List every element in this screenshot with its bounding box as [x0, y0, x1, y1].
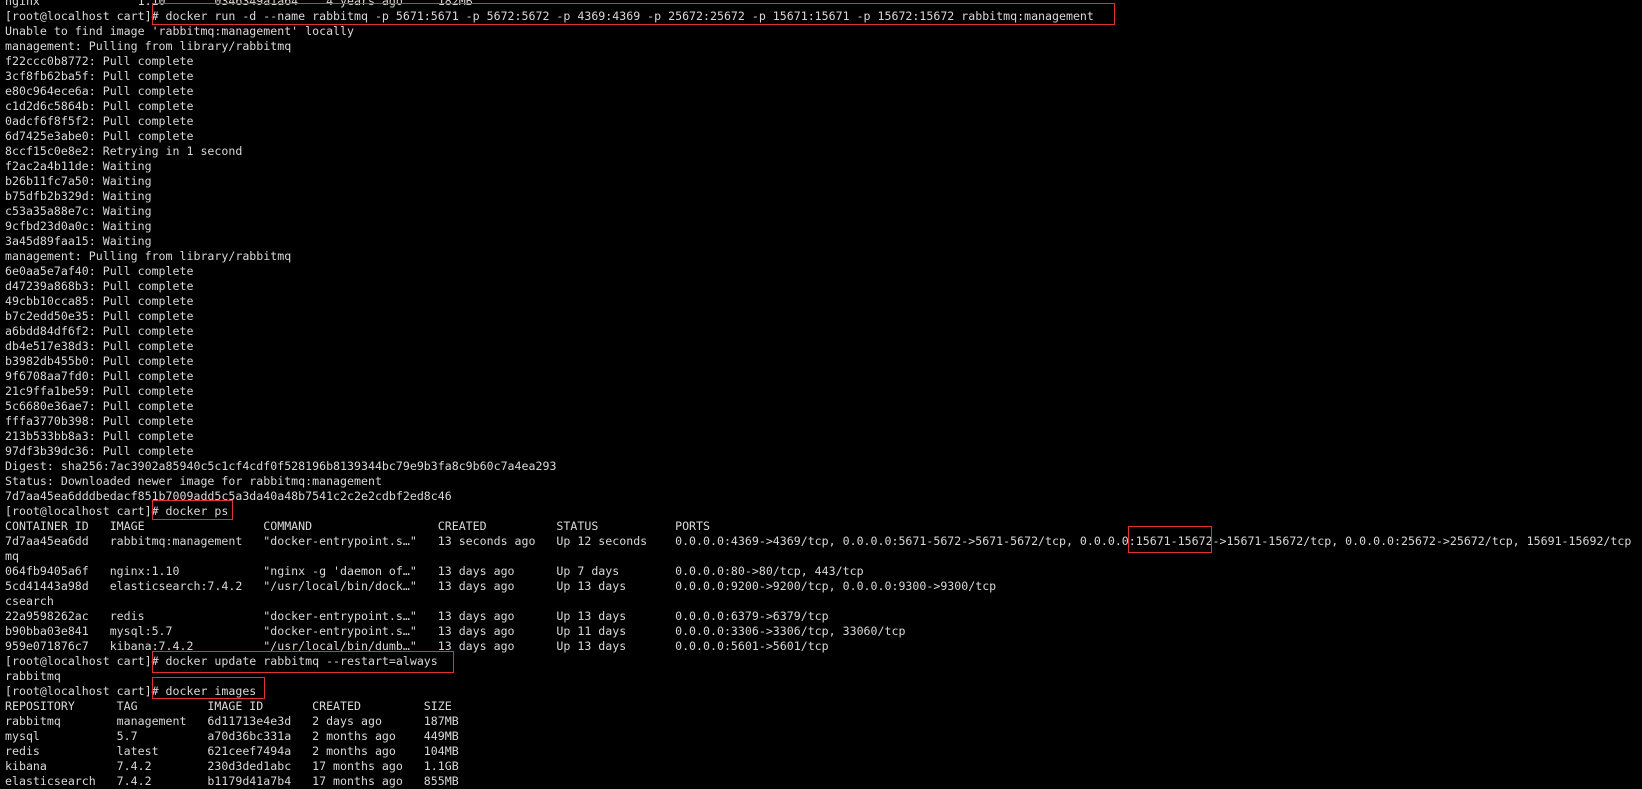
output-line: 7d7aa45ea6dddbedacf851b7009add5c5a3da40a… — [5, 489, 452, 503]
output-line: b7c2edd50e35: Pull complete — [5, 309, 194, 323]
output-line: b75dfb2b329d: Waiting — [5, 189, 152, 203]
output-line: f2ac2a4b11de: Waiting — [5, 159, 152, 173]
output-line: 22a9598262ac redis "docker-entrypoint.s…… — [5, 609, 829, 623]
output-line: csearch — [5, 594, 54, 608]
output-line: redis latest 621ceef7494a 2 months ago 1… — [5, 744, 459, 758]
output-line: 0adcf6f8f5f2: Pull complete — [5, 114, 194, 128]
output-line: 213b533bb8a3: Pull complete — [5, 429, 194, 443]
output-line: 5cd41443a98d elasticsearch:7.4.2 "/usr/l… — [5, 579, 997, 593]
output-line: 49cbb10cca85: Pull complete — [5, 294, 194, 308]
output-line: management: Pulling from library/rabbitm… — [5, 249, 292, 263]
output-line: db4e517e38d3: Pull complete — [5, 339, 194, 353]
output-line: 3a45d89faa15: Waiting — [5, 234, 152, 248]
output-line: mq — [5, 549, 19, 563]
output-line: 8ccf15c0e8e2: Retrying in 1 second — [5, 144, 243, 158]
output-line: c1d2d6c5864b: Pull complete — [5, 99, 194, 113]
output-line: 064fb9405a6f nginx:1.10 "nginx -g 'daemo… — [5, 564, 864, 578]
output-line: d47239a868b3: Pull complete — [5, 279, 194, 293]
output-line: elasticsearch 7.4.2 b1179d41a7b4 17 mont… — [5, 774, 459, 788]
highlight-port-15671-15672 — [1128, 526, 1212, 553]
output-line: 9f6708aa7fd0: Pull complete — [5, 369, 194, 383]
highlight-docker-update-command — [152, 651, 454, 673]
output-line: 3cf8fb62ba5f: Pull complete — [5, 69, 194, 83]
output-line: b26b11fc7a50: Waiting — [5, 174, 152, 188]
output-line: Status: Downloaded newer image for rabbi… — [5, 474, 382, 488]
output-line: c53a35a88e7c: Waiting — [5, 204, 152, 218]
output-line: 6d7425e3abe0: Pull complete — [5, 129, 194, 143]
output-line: mysql 5.7 a70d36bc331a 2 months ago 449M… — [5, 729, 459, 743]
output-line: fffa3770b398: Pull complete — [5, 414, 194, 428]
output-line: Digest: sha256:7ac3902a85940c5c1cf4cdf0f… — [5, 459, 557, 473]
terminal-window[interactable]: nginx 1.10 0346349a1a64 4 years ago 182M… — [0, 0, 1642, 789]
output-line: 7d7aa45ea6dd rabbitmq:management "docker… — [5, 534, 1632, 548]
output-line: 9cfbd23d0a0c: Waiting — [5, 219, 152, 233]
output-line: REPOSITORY TAG IMAGE ID CREATED SIZE — [5, 699, 452, 713]
prompt-line: [root@localhost cart]# docker ps — [5, 504, 229, 518]
output-line: f22ccc0b8772: Pull complete — [5, 54, 194, 68]
output-line: kibana 7.4.2 230d3ded1abc 17 months ago … — [5, 759, 459, 773]
output-line: rabbitmq management 6d11713e4e3d 2 days … — [5, 714, 459, 728]
highlight-docker-run-command — [152, 3, 1115, 25]
output-line: CONTAINER ID IMAGE COMMAND CREATED STATU… — [5, 519, 710, 533]
output-line: b3982db455b0: Pull complete — [5, 354, 194, 368]
output-line: Unable to find image 'rabbitmq:managemen… — [5, 24, 355, 38]
output-line: 5c6680e36ae7: Pull complete — [5, 399, 194, 413]
output-line: a6bdd84df6f2: Pull complete — [5, 324, 194, 338]
output-line: 6e0aa5e7af40: Pull complete — [5, 264, 194, 278]
output-line: b90bba03e841 mysql:5.7 "docker-entrypoin… — [5, 624, 906, 638]
highlight-docker-ps-command — [152, 500, 233, 520]
output-line: 97df3b39dc36: Pull complete — [5, 444, 194, 458]
output-line: 21c9ffa1be59: Pull complete — [5, 384, 194, 398]
output-line: management: Pulling from library/rabbitm… — [5, 39, 292, 53]
highlight-docker-images-command — [152, 677, 265, 699]
output-line: e80c964ece6a: Pull complete — [5, 84, 194, 98]
